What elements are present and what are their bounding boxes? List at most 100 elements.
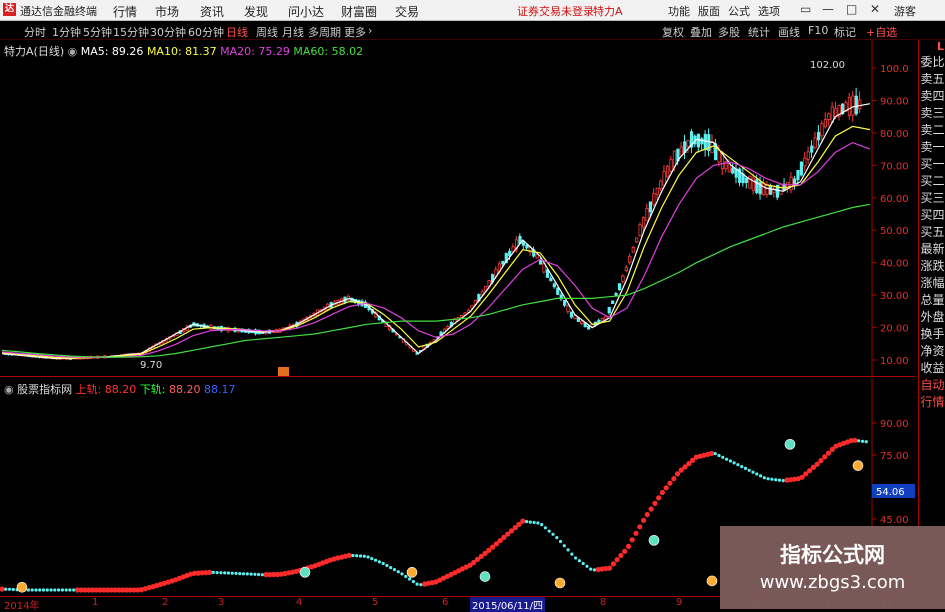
period-5min[interactable]: 5分钟 (83, 24, 112, 40)
candle-body (525, 244, 529, 249)
side-tab-17[interactable]: 净资 (919, 343, 945, 360)
period-multi[interactable]: 多周期 (308, 24, 341, 40)
candle-body (600, 318, 604, 322)
period-60min[interactable]: 60分钟 (188, 24, 224, 40)
menu-shichang[interactable]: 市场 (155, 3, 179, 20)
period-1min[interactable]: 1分钟 (52, 24, 81, 40)
upper-band-dot (674, 471, 681, 477)
side-tab-10[interactable]: 买五 (919, 224, 945, 241)
side-tab-13[interactable]: 涨幅 (919, 275, 945, 292)
period-daily[interactable]: 日线 (226, 24, 248, 40)
toolbar-duogu[interactable]: 多股 (718, 24, 740, 40)
x-tick-8: 8 (600, 597, 607, 608)
lower-band-dot (49, 588, 53, 592)
candle-body (552, 283, 556, 288)
menu-caifuquan[interactable]: 财富圈 (341, 3, 377, 20)
side-tab-5[interactable]: 卖一 (919, 139, 945, 156)
candle-body (638, 224, 642, 237)
side-tab-8[interactable]: 买三 (919, 190, 945, 207)
x-cursor-date: 2015/06/11/四 (470, 597, 546, 612)
window-menu-icon[interactable]: ▭ (800, 2, 811, 16)
period-monthly[interactable]: 月线 (282, 24, 304, 40)
close-icon[interactable]: ✕ (870, 2, 880, 16)
lower-band-dot (736, 463, 740, 467)
lower-band-dot (374, 558, 378, 562)
lower-band-dot (536, 521, 540, 525)
toolbar-fuquan[interactable]: 复权 (662, 24, 684, 40)
toolbar-zixuan[interactable]: +自选 (866, 24, 897, 40)
toolbar-huaxian[interactable]: 画线 (778, 24, 800, 40)
site-watermark: 指标公式网 www.zbgs3.com (720, 526, 945, 609)
lower-band-dot (366, 555, 370, 559)
lower-band-dot (211, 570, 215, 574)
upper-band-dot (663, 485, 669, 491)
toolbar-diejia[interactable]: 叠加 (690, 24, 712, 40)
lower-band-dot (864, 440, 868, 444)
sell-signal-icon[interactable] (479, 571, 491, 582)
candle-body (696, 133, 701, 148)
side-tab-11[interactable]: 最新 (919, 241, 945, 258)
buy-signal-icon[interactable] (852, 460, 864, 471)
period-fenshi[interactable]: 分时 (24, 24, 46, 40)
sell-signal-icon[interactable] (299, 567, 311, 578)
side-tab-1[interactable]: 卖五 (919, 71, 945, 88)
side-panel-toggle[interactable]: L (919, 40, 945, 54)
toolbar-biaoji[interactable]: 标记 (834, 24, 856, 40)
main-kline-chart[interactable]: 100.0 90.00 80.00 70.00 60.00 50.00 40.00 30.00… (0, 40, 915, 377)
menu-xuanxiang[interactable]: 选项 (758, 3, 780, 19)
sell-signal-icon[interactable] (784, 439, 796, 450)
menu-gongneng[interactable]: 功能 (668, 3, 690, 19)
side-tab-12[interactable]: 涨跌 (919, 258, 945, 275)
minimize-icon[interactable]: — (822, 2, 834, 16)
side-tab-20[interactable]: 行情 (919, 394, 945, 411)
lower-band-dot (223, 571, 227, 575)
side-tab-3[interactable]: 卖三 (919, 105, 945, 122)
side-tab-7[interactable]: 买二 (919, 173, 945, 190)
side-tab-14[interactable]: 总量 (919, 292, 945, 309)
buy-signal-icon[interactable] (706, 575, 718, 587)
period-15min[interactable]: 15分钟 (113, 24, 149, 40)
ind-ytick-label: 45.00 (880, 515, 909, 526)
lower-band-dot (589, 567, 593, 571)
side-tab-19[interactable]: 自动 (919, 377, 945, 394)
menu-banmian[interactable]: 版面 (698, 3, 720, 19)
period-more-arrow-icon[interactable]: › (368, 24, 372, 37)
sell-signal-icon[interactable] (648, 535, 660, 546)
toolbar-tongji[interactable]: 统计 (748, 24, 770, 40)
lower-band-dot (38, 588, 42, 592)
menu-hangqing[interactable]: 行情 (113, 3, 137, 20)
legend-settings-icon[interactable]: ◉ (68, 45, 78, 58)
buy-signal-icon[interactable] (554, 577, 566, 589)
guest-label[interactable]: 游客 (894, 3, 916, 19)
trade-login-notice[interactable]: 证券交易未登录 (517, 3, 594, 19)
event-marker-icon[interactable] (278, 367, 289, 376)
candle-body (645, 208, 649, 222)
side-tab-9[interactable]: 买四 (919, 207, 945, 224)
side-tab-18[interactable]: 收益 (919, 360, 945, 377)
side-tab-15[interactable]: 外盘 (919, 309, 945, 326)
buy-signal-icon[interactable] (406, 567, 418, 578)
menu-wenxiaoda[interactable]: 问小达 (288, 3, 324, 20)
menu-zixun[interactable]: 资讯 (200, 3, 224, 20)
lower-band-dot (585, 564, 589, 568)
menu-gongshi[interactable]: 公式 (728, 3, 750, 19)
maximize-icon[interactable]: □ (846, 2, 857, 16)
upper-band-dot (618, 552, 624, 559)
side-tab-0[interactable]: 委比 (919, 54, 945, 71)
side-tab-6[interactable]: 买一 (919, 156, 945, 173)
period-weekly[interactable]: 周线 (256, 24, 278, 40)
buy-signal-icon[interactable] (16, 581, 28, 593)
menu-faxian[interactable]: 发现 (244, 3, 268, 20)
menu-jiaoyi[interactable]: 交易 (395, 3, 419, 20)
period-more[interactable]: 更多 (344, 24, 366, 40)
legend-ma60: MA60: 58.02 (293, 45, 364, 58)
side-tab-4[interactable]: 卖二 (919, 122, 945, 139)
period-30min[interactable]: 30分钟 (150, 24, 186, 40)
side-tab-16[interactable]: 换手 (919, 326, 945, 343)
toolbar-f10[interactable]: F10 (808, 24, 828, 37)
candle-body (796, 169, 800, 181)
side-tab-2[interactable]: 卖四 (919, 88, 945, 105)
indicator-settings-icon[interactable]: ◉ (4, 383, 14, 396)
candle-body (799, 161, 804, 176)
lower-band-dot (558, 539, 563, 544)
